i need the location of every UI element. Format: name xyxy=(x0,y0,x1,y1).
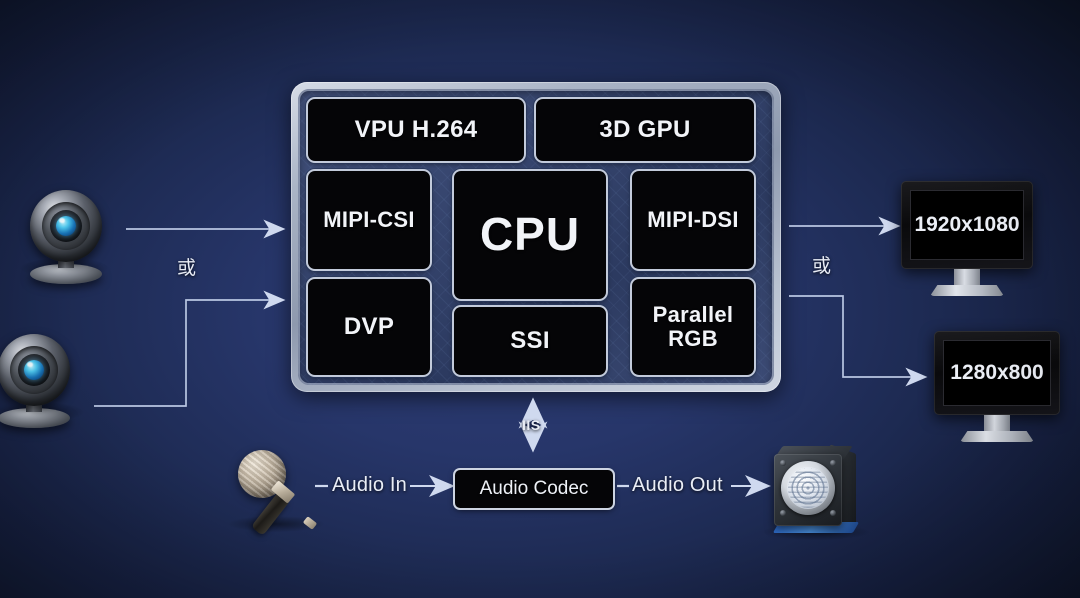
camera-top[interactable] xyxy=(24,190,108,286)
block-ssi[interactable]: SSI xyxy=(454,307,606,375)
iis-bus-label: IIS xyxy=(522,417,541,433)
speaker-screw xyxy=(830,460,836,466)
audio-in-label: Audio In xyxy=(332,474,407,496)
block-dvp[interactable]: DVP xyxy=(308,279,430,375)
monitor-base xyxy=(960,431,1034,442)
soc-chip: VPU H.264 3D GPU MIPI-CSI CPU MIPI-DSI D… xyxy=(291,82,781,392)
monitor-bottom[interactable]: 1280x800 xyxy=(934,331,1060,442)
block-mipi-csi[interactable]: MIPI-CSI xyxy=(308,171,430,269)
block-parallel-rgb-label-line1: Parallel xyxy=(652,302,734,328)
audio-codec-label: Audio Codec xyxy=(479,478,589,499)
block-mipi-dsi-label: MIPI-DSI xyxy=(647,207,739,233)
diagram-canvas: VPU H.264 3D GPU MIPI-CSI CPU MIPI-DSI D… xyxy=(0,0,1080,598)
monitor-neck xyxy=(984,415,1010,431)
arrow-rgb-to-monitor-bottom xyxy=(789,295,928,387)
block-cpu-label: CPU xyxy=(479,208,581,261)
block-cpu[interactable]: CPU xyxy=(454,171,606,299)
speaker-screw xyxy=(780,510,786,516)
arrow-camera-bottom-to-dvp xyxy=(94,290,286,407)
camera-bottom[interactable] xyxy=(0,334,76,430)
block-vpu[interactable]: VPU H.264 xyxy=(308,99,524,161)
output-or-label: 或 xyxy=(812,256,832,277)
speaker-mesh xyxy=(788,468,828,508)
block-mipi-dsi[interactable]: MIPI-DSI xyxy=(632,171,754,269)
monitor-bezel: 1280x800 xyxy=(934,331,1060,415)
monitor-bottom-resolution: 1280x800 xyxy=(943,340,1051,406)
block-parallel-rgb-label-line2: RGB xyxy=(668,326,718,351)
microphone[interactable] xyxy=(228,444,324,536)
camera-lens-glint xyxy=(59,218,65,223)
speaker-screw xyxy=(780,460,786,466)
monitor-top-resolution: 1920x1080 xyxy=(910,190,1024,260)
monitor-bezel: 1920x1080 xyxy=(901,181,1033,269)
monitor-base xyxy=(930,285,1004,296)
speaker-screw xyxy=(830,510,836,516)
block-parallel-rgb[interactable]: Parallel RGB xyxy=(632,279,754,375)
block-3d-gpu-label: 3D GPU xyxy=(599,116,691,144)
monitor-top[interactable]: 1920x1080 xyxy=(901,181,1033,296)
speaker[interactable] xyxy=(768,444,866,536)
soc-chip-substrate: VPU H.264 3D GPU MIPI-CSI CPU MIPI-DSI D… xyxy=(298,89,774,385)
block-dvp-label: DVP xyxy=(343,313,395,341)
microphone-tip-icon xyxy=(302,516,318,530)
block-vpu-label: VPU H.264 xyxy=(354,116,478,144)
block-3d-gpu[interactable]: 3D GPU xyxy=(536,99,754,161)
audio-out-label: Audio Out xyxy=(632,474,723,496)
camera-lens-glint xyxy=(27,362,33,367)
input-or-label: 或 xyxy=(177,258,197,279)
block-mipi-csi-label: MIPI-CSI xyxy=(323,207,415,233)
block-ssi-label: SSI xyxy=(510,327,550,355)
monitor-neck xyxy=(954,269,980,285)
audio-codec-block[interactable]: Audio Codec xyxy=(455,470,613,508)
